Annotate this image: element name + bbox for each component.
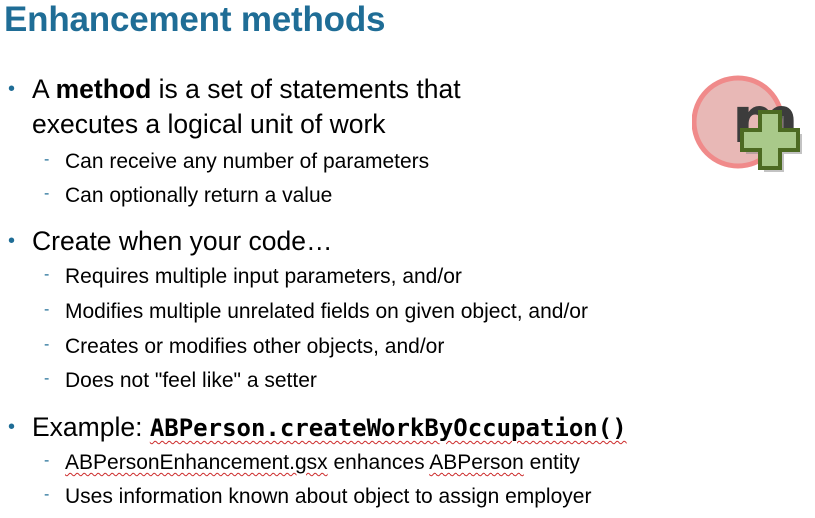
- bullet-marker: •: [8, 416, 16, 438]
- slide-title: Enhancement methods: [4, 0, 386, 39]
- bold-term: method: [55, 74, 152, 104]
- bullet-create-when: • Create when your code…: [0, 224, 700, 259]
- bullet-marker: •: [8, 230, 16, 252]
- method-plus-icon: m: [692, 75, 802, 172]
- code-example: ABPerson.createWorkByOccupation(): [149, 414, 627, 442]
- bullet-line-2: executes a logical unit of work: [32, 109, 386, 139]
- bullet-example: • Example: ABPerson.createWorkByOccupati…: [0, 410, 780, 445]
- bullet-line-1: A method is a set of statements that: [32, 74, 461, 104]
- entity-name: ABPerson: [429, 451, 524, 474]
- bullet-method-definition: • A method is a set of statements that e…: [0, 72, 690, 142]
- bullet-marker: •: [8, 78, 16, 100]
- file-name: ABPersonEnhancement.gsx: [65, 451, 328, 474]
